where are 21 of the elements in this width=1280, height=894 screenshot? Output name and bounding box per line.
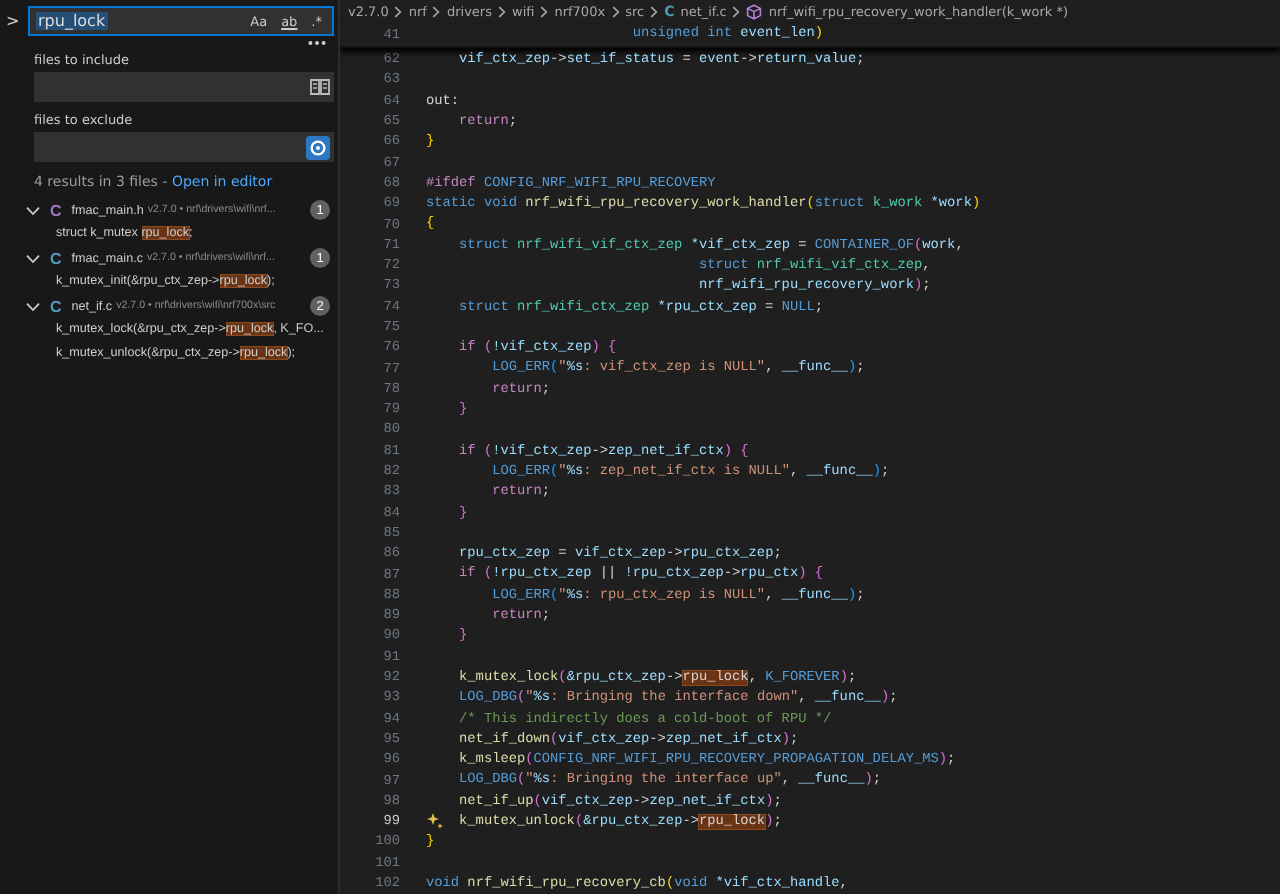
include-field[interactable] — [34, 72, 334, 102]
file-type-icon: C — [50, 297, 62, 315]
chevron-icon[interactable] — [26, 205, 40, 215]
chevron-icon — [611, 6, 620, 18]
chevron-icon — [732, 6, 741, 18]
file-type-icon: C — [50, 249, 62, 267]
chevron-icon — [394, 6, 403, 18]
chevron-icon[interactable] — [26, 301, 40, 311]
more-icon[interactable] — [308, 40, 326, 46]
file-type-icon: C — [50, 201, 62, 219]
book-icon[interactable] — [310, 78, 330, 96]
settings-icon[interactable] — [306, 135, 330, 159]
chevron-icon — [432, 6, 441, 18]
sparkle-icon[interactable] — [426, 811, 444, 830]
chevron-icon — [540, 6, 549, 18]
chevron-icon — [650, 6, 659, 18]
replace-toggle-button[interactable]: > — [6, 12, 22, 30]
chevron-icon[interactable] — [26, 253, 40, 263]
exclude-field[interactable] — [34, 132, 334, 162]
cube-icon — [746, 4, 763, 20]
chevron-icon — [498, 6, 506, 18]
